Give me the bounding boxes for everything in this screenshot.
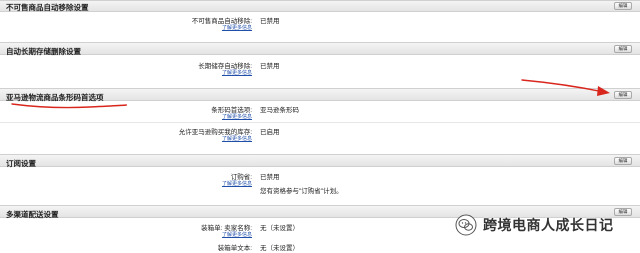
edit-button[interactable]: 编辑 bbox=[614, 91, 632, 99]
section-title: 订阅设置 bbox=[6, 159, 36, 168]
wechat-icon bbox=[455, 214, 477, 236]
setting-row: 允许亚马逊购买我的库存: 了解更多信息 bbox=[100, 126, 252, 146]
section-header-unsellable-removal: 不可售商品自动移除设置 编辑 bbox=[0, 0, 640, 12]
setting-value: 无（未设置） bbox=[260, 225, 299, 232]
setting-note: 您有资格参与"订购省"计划。 bbox=[260, 188, 343, 195]
setting-value: 亚马逊条形码 bbox=[260, 107, 299, 114]
setting-value: 已禁用 bbox=[260, 18, 280, 25]
setting-row: 装箱单文本: bbox=[100, 242, 252, 253]
red-underline-annotation bbox=[11, 103, 128, 109]
red-arrow-annotation bbox=[521, 79, 610, 96]
setting-value: 已禁用 bbox=[260, 63, 280, 70]
learn-more-link[interactable]: 了解更多信息 bbox=[222, 135, 252, 142]
section-title: 多渠道配送设置 bbox=[6, 210, 59, 219]
edit-button[interactable]: 编辑 bbox=[614, 208, 632, 216]
setting-row: 长期储存自动移除: 了解更多信息 bbox=[100, 60, 252, 80]
edit-button[interactable]: 编辑 bbox=[614, 45, 632, 53]
edit-button[interactable]: 编辑 bbox=[614, 157, 632, 165]
section-title: 自动长期存储删除设置 bbox=[6, 47, 81, 56]
learn-more-link[interactable]: 了解更多信息 bbox=[222, 180, 252, 187]
edit-button[interactable]: 编辑 bbox=[614, 2, 632, 10]
row-divider bbox=[0, 122, 640, 123]
learn-more-link[interactable]: 了解更多信息 bbox=[222, 231, 252, 238]
learn-more-link[interactable]: 了解更多信息 bbox=[222, 113, 252, 120]
setting-row: 不可售商品自动移除: 了解更多信息 bbox=[100, 15, 252, 35]
watermark: 跨境电商人成长日记 bbox=[455, 213, 614, 237]
setting-value: 已禁用 bbox=[260, 174, 280, 181]
learn-more-link[interactable]: 了解更多信息 bbox=[222, 24, 252, 31]
watermark-text: 跨境电商人成长日记 bbox=[483, 217, 614, 233]
section-header-long-term-storage: 自动长期存储删除设置 编辑 bbox=[0, 42, 640, 56]
setting-row: 订购省: 了解更多信息 bbox=[100, 171, 252, 191]
section-header-subscription: 订阅设置 编辑 bbox=[0, 154, 640, 168]
setting-row: 装箱单: 卖家名称: 了解更多信息 bbox=[100, 222, 252, 242]
setting-label: 装箱单文本: bbox=[217, 245, 252, 252]
learn-more-link[interactable]: 了解更多信息 bbox=[222, 69, 252, 76]
setting-value: 无（未设置） bbox=[260, 245, 299, 252]
setting-value: 已启用 bbox=[260, 129, 280, 136]
section-title: 不可售商品自动移除设置 bbox=[6, 3, 89, 12]
